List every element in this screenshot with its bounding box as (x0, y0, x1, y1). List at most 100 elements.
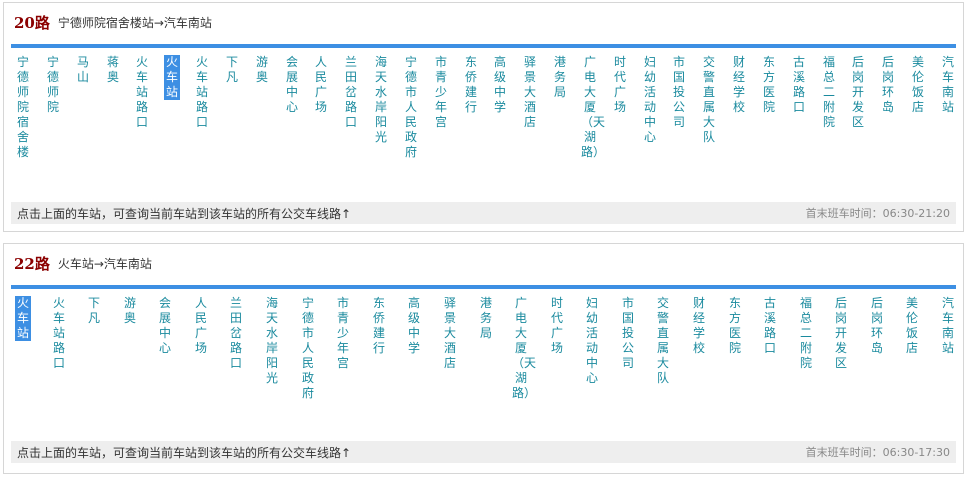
stop-item[interactable]: 东方医院 (726, 296, 744, 356)
stop-name: 广电大厦（天湖路） (512, 296, 537, 400)
stop-item[interactable]: 兰田岔路口 (342, 55, 360, 130)
stop-name: 财经学校 (732, 55, 745, 114)
stop-item[interactable]: 游奥 (121, 296, 139, 326)
stop-name: 蒋奥 (106, 55, 119, 84)
stop-item[interactable]: 交警直属大队 (654, 296, 672, 386)
stop-item[interactable]: 港务局 (477, 296, 495, 341)
stop-item[interactable]: 驿景大酒店 (441, 296, 459, 371)
route-footer: 点击上面的车站，可查询当前车站到该车站的所有公交车线路↑ 首末班车时间：06:3… (11, 441, 956, 463)
stop-item[interactable]: 下凡 (85, 296, 103, 326)
stop-item[interactable]: 后岗开发区 (849, 55, 867, 130)
stop-item[interactable]: 宁德市人民政府 (299, 296, 317, 401)
stop-item[interactable]: 后岗环岛 (879, 55, 897, 115)
stop-item[interactable]: 游奥 (253, 55, 271, 85)
stop-name: 后岗环岛 (870, 296, 883, 355)
stop-item[interactable]: 海天水岸阳光 (372, 55, 390, 145)
stop-list: 宁德师院宿舍楼 宁德师院 马山 蒋奥 火车站路口 火车站 火车站路口 下凡 游奥 会展中心 人民广场… (14, 55, 957, 193)
stop-item[interactable]: 古溪路口 (790, 55, 808, 115)
stop-item[interactable]: 市青少年宫 (432, 55, 450, 130)
stop-list: 火车站 火车站路口 下凡 游奥 会展中心 人民广场 兰田岔路口 海天水岸阳光 宁德市人民政府 市青… (14, 296, 957, 434)
stop-name: 火车站路口 (135, 55, 148, 129)
stop-name: 市国投公司 (672, 55, 685, 129)
stop-item[interactable]: 妇幼活动中心 (583, 296, 601, 386)
stop-item[interactable]: 高级中学 (491, 55, 509, 115)
stop-item[interactable]: 马山 (74, 55, 92, 85)
stop-name: 古溪路口 (792, 55, 805, 114)
stop-name: 东侨建行 (372, 296, 385, 355)
stop-name: 时代广场 (613, 55, 626, 114)
stop-item[interactable]: 驿景大酒店 (521, 55, 539, 130)
stop-item[interactable]: 交警直属大队 (700, 55, 718, 145)
stop-item[interactable]: 火车站路口 (133, 55, 151, 130)
stop-name: 福总二附院 (822, 55, 835, 129)
stop-name: 兰田岔路口 (344, 55, 357, 129)
route-number[interactable]: 20路 (14, 12, 50, 33)
stop-name: 后岗开发区 (851, 55, 864, 129)
stop-name: 火车站 (15, 296, 31, 341)
stop-item[interactable]: 东侨建行 (370, 296, 388, 356)
route-header: 20路 宁德师院宿舍楼站→汽车南站 (14, 3, 953, 41)
stop-name: 火车站路口 (52, 296, 65, 370)
route-footer: 点击上面的车站，可查询当前车站到该车站的所有公交车线路↑ 首末班车时间：06:3… (11, 202, 956, 224)
route-header: 22路 火车站→汽车南站 (14, 244, 953, 282)
stop-item[interactable]: 后岗环岛 (868, 296, 886, 356)
stop-name: 市青少年宫 (336, 296, 349, 370)
stop-item[interactable]: 广电大厦（天湖路） (581, 55, 605, 160)
stop-item[interactable]: 蒋奥 (104, 55, 122, 85)
stop-item[interactable]: 时代广场 (611, 55, 629, 115)
stop-item[interactable]: 会展中心 (156, 296, 174, 356)
stop-item[interactable]: 财经学校 (690, 296, 708, 356)
route-direction: 宁德师院宿舍楼站→汽车南站 (57, 15, 212, 30)
stop-name: 驿景大酒店 (443, 296, 456, 370)
stop-item[interactable]: 会展中心 (283, 55, 301, 115)
stop-name: 美伦饭店 (905, 296, 918, 355)
stop-name: 高级中学 (493, 55, 506, 114)
stop-item[interactable]: 美伦饭店 (903, 296, 921, 356)
stop-item[interactable]: 人民广场 (192, 296, 210, 356)
stop-item[interactable]: 下凡 (223, 55, 241, 85)
stop-item[interactable]: 火车站 (14, 296, 32, 341)
stop-name: 美伦饭店 (911, 55, 924, 114)
stop-name: 人民广场 (194, 296, 207, 355)
stop-item[interactable]: 宁德市人民政府 (402, 55, 420, 160)
stop-item[interactable]: 人民广场 (312, 55, 330, 115)
stop-item[interactable]: 东方医院 (760, 55, 778, 115)
stop-item[interactable]: 宁德师院 (44, 55, 62, 115)
stop-item[interactable]: 古溪路口 (761, 296, 779, 356)
service-times: 首末班车时间：06:30-21:20 (805, 207, 950, 220)
stop-item[interactable]: 火车站 (163, 55, 181, 100)
stop-name: 汽车南站 (941, 55, 954, 114)
stop-item[interactable]: 后岗开发区 (832, 296, 850, 371)
stop-item[interactable]: 时代广场 (548, 296, 566, 356)
stop-item[interactable]: 火车站路口 (193, 55, 211, 130)
route-number[interactable]: 22路 (14, 253, 50, 274)
stop-item[interactable]: 高级中学 (405, 296, 423, 356)
stop-name: 交警直属大队 (656, 296, 669, 385)
stop-name: 兰田岔路口 (229, 296, 242, 370)
stop-item[interactable]: 港务局 (551, 55, 569, 100)
stop-item[interactable]: 福总二附院 (820, 55, 838, 130)
stop-name: 游奥 (255, 55, 268, 84)
stop-name: 妇幼活动中心 (585, 296, 598, 385)
stop-item[interactable]: 宁德师院宿舍楼 (14, 55, 32, 160)
stop-item[interactable]: 火车站路口 (50, 296, 68, 371)
stop-item[interactable]: 海天水岸阳光 (263, 296, 281, 386)
stop-item[interactable]: 市国投公司 (670, 55, 688, 130)
stop-item[interactable]: 汽车南站 (939, 296, 957, 356)
stop-name: 市青少年宫 (434, 55, 447, 129)
stop-name: 后岗环岛 (881, 55, 894, 114)
service-times: 首末班车时间：06:30-17:30 (805, 446, 950, 459)
stop-item[interactable]: 福总二附院 (797, 296, 815, 371)
stop-item[interactable]: 市青少年宫 (334, 296, 352, 371)
stop-name: 会展中心 (158, 296, 171, 355)
stop-item[interactable]: 东侨建行 (462, 55, 480, 115)
stop-name: 高级中学 (407, 296, 420, 355)
stop-item[interactable]: 市国投公司 (619, 296, 637, 371)
stop-item[interactable]: 汽车南站 (939, 55, 957, 115)
stop-item[interactable]: 财经学校 (730, 55, 748, 115)
stop-name: 海天水岸阳光 (374, 55, 387, 144)
stop-item[interactable]: 兰田岔路口 (227, 296, 245, 371)
stop-item[interactable]: 广电大厦（天湖路） (512, 296, 536, 401)
stop-item[interactable]: 妇幼活动中心 (641, 55, 659, 145)
stop-item[interactable]: 美伦饭店 (909, 55, 927, 115)
